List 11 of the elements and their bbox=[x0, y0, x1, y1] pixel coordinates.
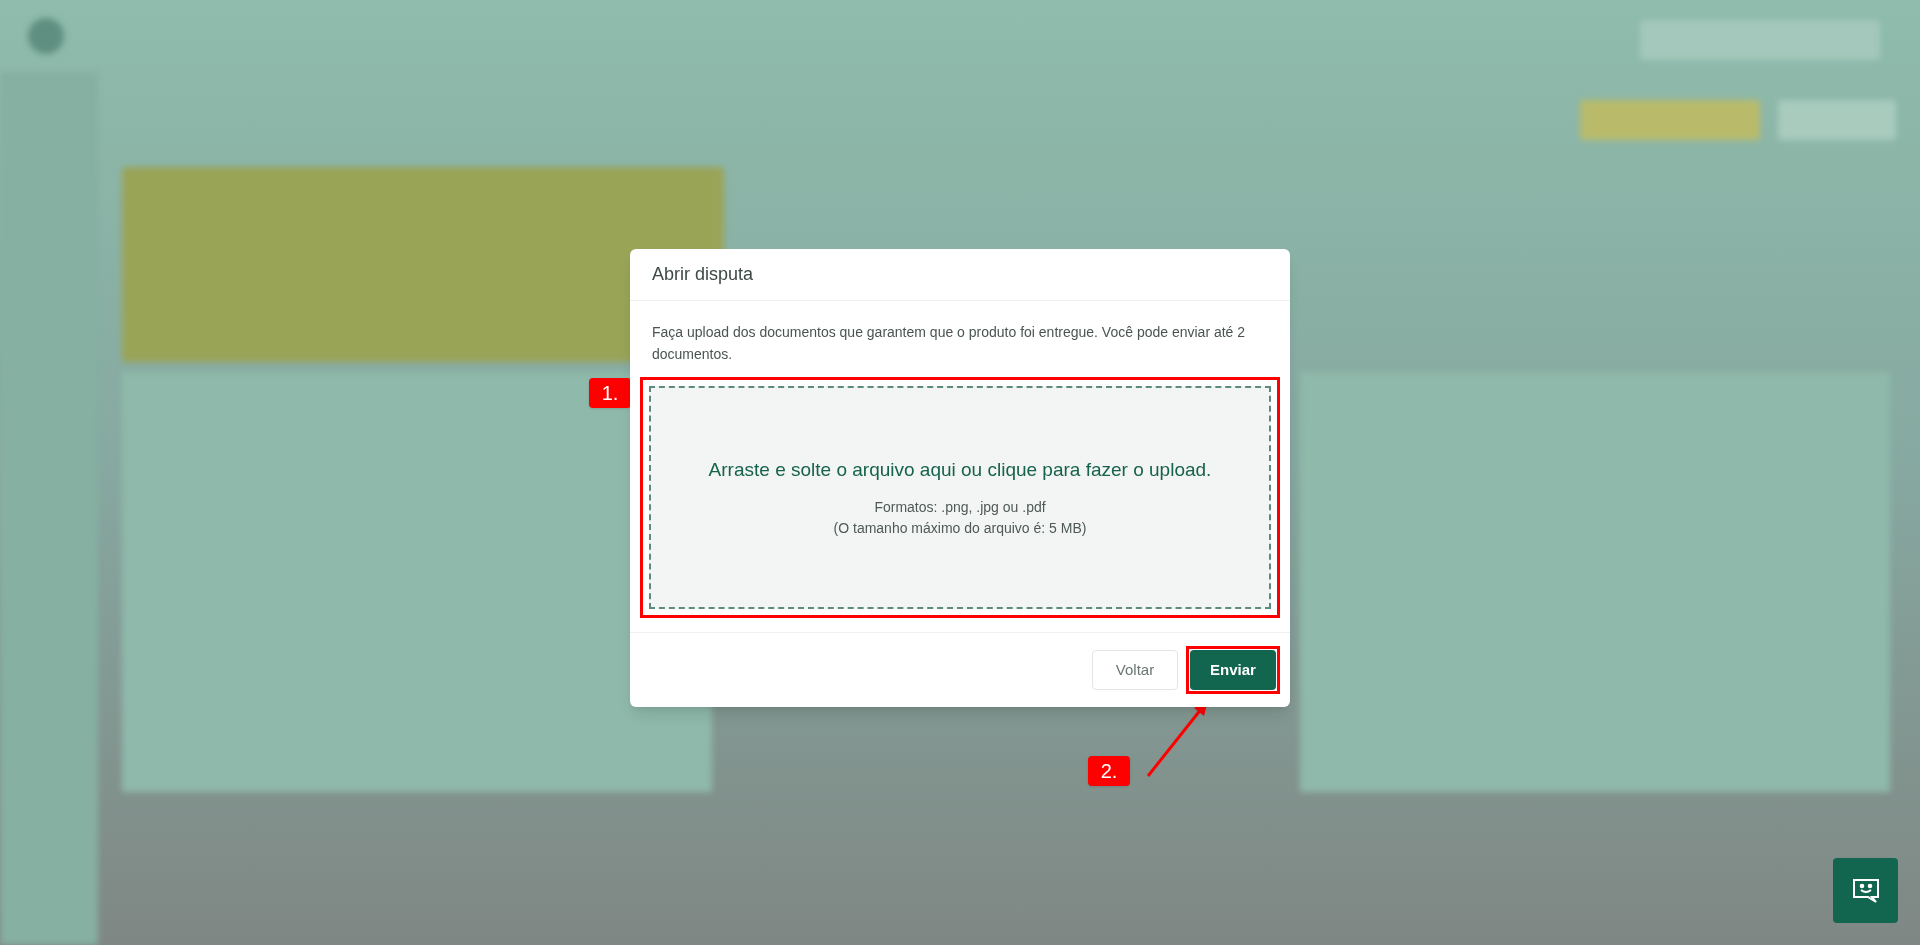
formats-text: Formatos: .png, .jpg ou .pdf bbox=[874, 497, 1046, 517]
upload-dropzone[interactable]: Arraste e solte o arquivo aqui ou clique para fazer o upload. Formatos: .png, .jpg ou .pdf (O tamanho máximo do arquivo é: 5 MB) bbox=[649, 386, 1271, 609]
chat-button[interactable] bbox=[1833, 858, 1898, 923]
step-label: 2. bbox=[1088, 756, 1130, 786]
send-button[interactable]: Enviar bbox=[1190, 650, 1276, 690]
dropzone-prompt: Arraste e solte o arquivo aqui ou clique para fazer o upload. bbox=[708, 458, 1212, 483]
back-button[interactable]: Voltar bbox=[1092, 650, 1178, 690]
step-label: 1. bbox=[589, 378, 631, 408]
size-limit-text: (O tamanho máximo do arquivo é: 5 MB) bbox=[833, 518, 1087, 538]
dialog-title: Abrir disputa bbox=[652, 263, 754, 286]
dialog-description: Faça upload dos documentos que garantem que o produto foi entregue. Você pode enviar até 2 documentos. bbox=[652, 323, 1247, 364]
